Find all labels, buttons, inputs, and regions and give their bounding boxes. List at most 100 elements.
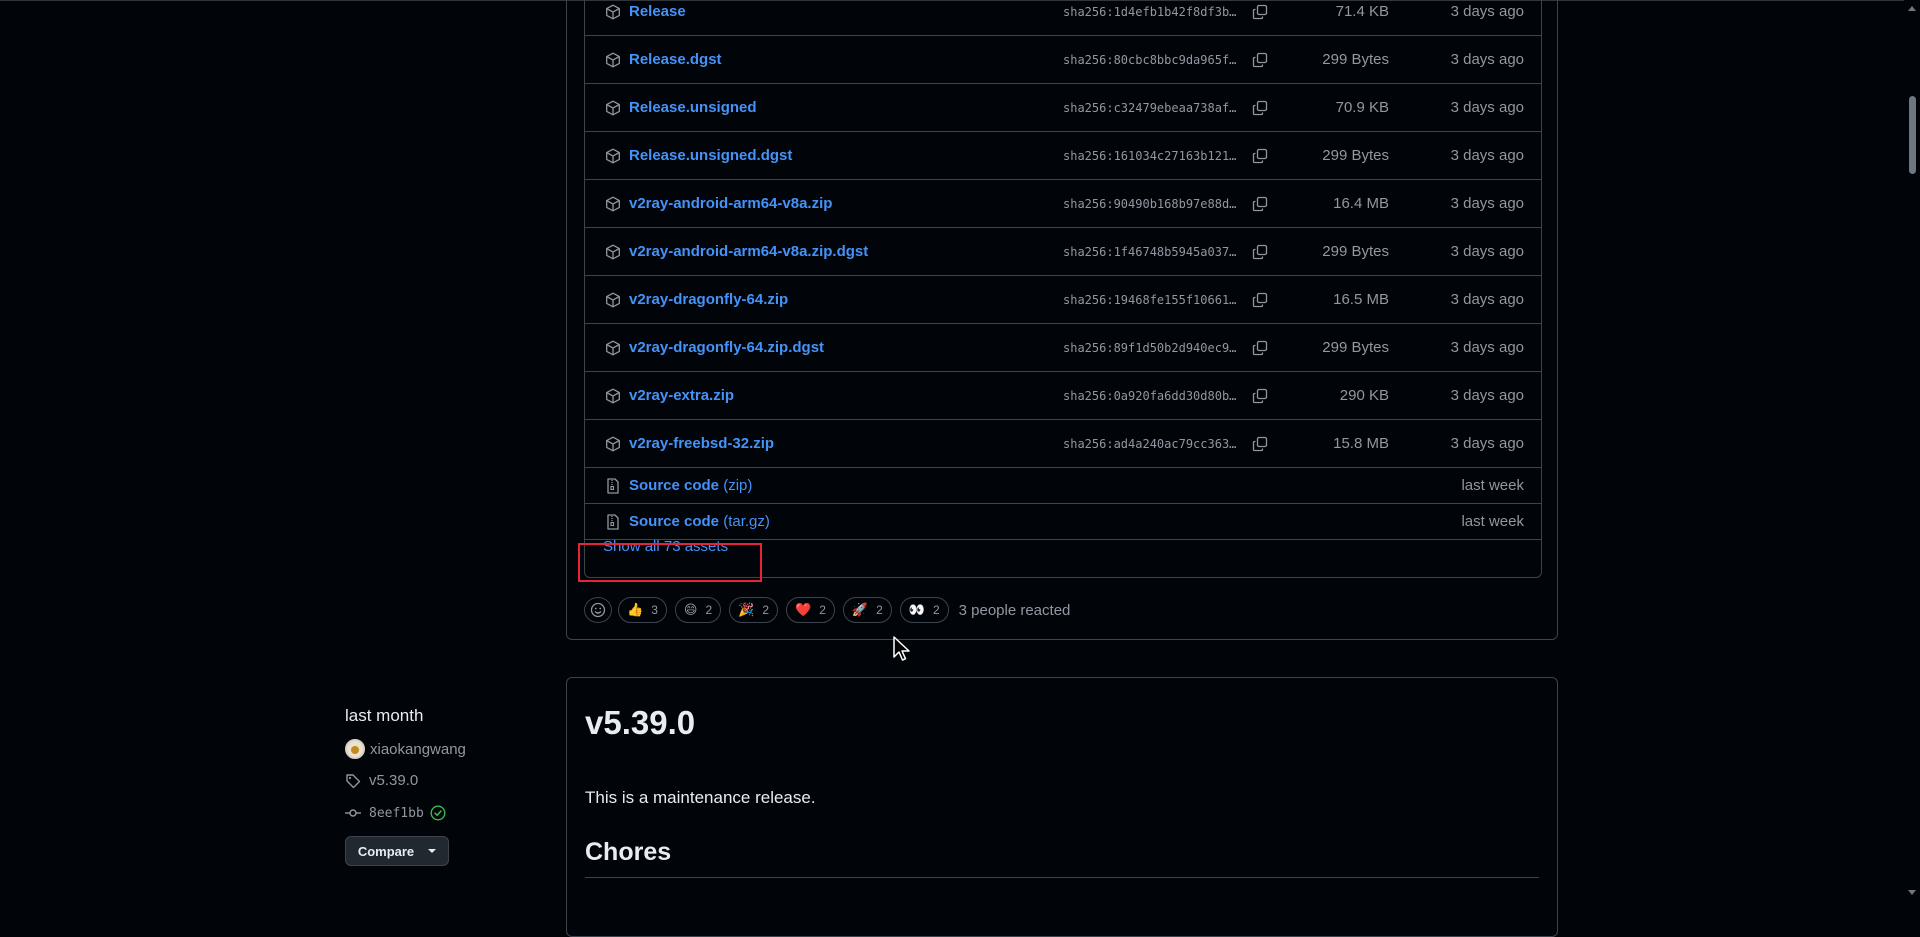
asset-download-link[interactable]: Release.unsigned <box>629 99 757 116</box>
asset-size: 71.4 KB <box>1335 3 1389 20</box>
source-code-format: (zip) <box>723 477 753 494</box>
copy-icon[interactable] <box>1251 291 1269 309</box>
page-scrollbar[interactable] <box>1904 0 1920 901</box>
file-zip-icon <box>604 477 622 495</box>
asset-download-link[interactable]: v2ray-freebsd-32.zip <box>629 435 774 452</box>
author-row[interactable]: xiaokangwang <box>345 739 466 759</box>
tag-row[interactable]: v5.39.0 <box>345 772 418 789</box>
asset-size: 299 Bytes <box>1322 147 1389 164</box>
asset-date: 3 days ago <box>1450 147 1524 164</box>
reaction-laugh-button[interactable]: 😄 2 <box>674 597 722 623</box>
reaction-count: 2 <box>762 603 769 617</box>
source-code-label: Source code <box>629 513 720 530</box>
package-icon <box>604 435 622 453</box>
copy-icon[interactable] <box>1251 435 1269 453</box>
reaction-count: 2 <box>932 603 940 617</box>
verified-check-icon <box>430 805 446 821</box>
copy-icon[interactable] <box>1251 195 1269 213</box>
copy-icon[interactable] <box>1251 147 1269 165</box>
asset-sha256: sha256:80cbc8bbc9da965fd… <box>1063 52 1243 67</box>
thumbs-up-icon: 👍 <box>627 602 644 617</box>
asset-row: Release.dgst sha256:80cbc8bbc9da965fd… 299… <box>585 36 1541 84</box>
commit-sha[interactable]: 8eef1bb <box>369 806 424 821</box>
asset-sha256: sha256:89f1d50b2d940ec9e… <box>1063 340 1243 355</box>
tag-icon <box>346 773 361 788</box>
asset-download-link[interactable]: Release.dgst <box>629 51 722 68</box>
asset-date: 3 days ago <box>1450 99 1524 116</box>
copy-icon[interactable] <box>1251 3 1269 21</box>
asset-row: v2ray-android-arm64-v8a.zip sha256:90490b… <box>585 180 1541 228</box>
package-icon <box>604 339 622 357</box>
source-code-date: last week <box>1461 477 1524 494</box>
asset-date: 3 days ago <box>1450 243 1524 260</box>
package-icon <box>604 51 622 69</box>
release-date: last month <box>345 706 424 725</box>
laugh-icon: 😄 <box>683 602 698 617</box>
reactions-summary: 3 people reacted <box>958 601 1071 619</box>
commit-row[interactable]: 8eef1bb <box>345 805 446 821</box>
asset-sha256: sha256:1f46748b5945a0379… <box>1063 244 1243 259</box>
asset-download-link[interactable]: Release <box>629 3 686 20</box>
copy-icon[interactable] <box>1251 243 1269 261</box>
commit-icon <box>345 809 361 817</box>
source-code-link[interactable]: Source code (tar.gz) <box>629 513 770 530</box>
author-name[interactable]: xiaokangwang <box>370 741 466 758</box>
source-code-row: Source code (zip) last week <box>585 468 1541 504</box>
rocket-icon: 🚀 <box>851 602 869 617</box>
asset-download-link[interactable]: Release.unsigned.dgst <box>629 147 792 164</box>
asset-size: 299 Bytes <box>1322 339 1389 356</box>
package-icon <box>604 3 622 21</box>
asset-row: v2ray-dragonfly-64.zip.dgst sha256:89f1d5… <box>585 324 1541 372</box>
scrollbar-thumb[interactable] <box>1909 96 1916 174</box>
copy-icon[interactable] <box>1251 387 1269 405</box>
asset-size: 16.5 MB <box>1333 291 1389 308</box>
scroll-up-arrow-icon[interactable] <box>1908 6 1916 11</box>
asset-sha256: sha256:161034c27163b1213… <box>1063 148 1243 163</box>
add-reaction-button[interactable] <box>584 597 612 623</box>
asset-download-link[interactable]: v2ray-dragonfly-64.zip.dgst <box>629 339 824 356</box>
asset-row: v2ray-dragonfly-64.zip sha256:19468fe155f… <box>585 276 1541 324</box>
reaction-eyes-button[interactable]: 👀 2 <box>899 597 949 623</box>
reaction-rocket-button[interactable]: 🚀 2 <box>842 597 892 623</box>
asset-size: 299 Bytes <box>1322 243 1389 260</box>
asset-date: 3 days ago <box>1450 195 1524 212</box>
asset-sha256: sha256:90490b168b97e88d8… <box>1063 196 1243 211</box>
asset-row: v2ray-extra.zip sha256:0a920fa6dd30d80bc…… <box>585 372 1541 420</box>
asset-download-link[interactable]: v2ray-android-arm64-v8a.zip <box>629 195 832 212</box>
asset-row: Release.unsigned.dgst sha256:161034c27163… <box>585 132 1541 180</box>
asset-download-link[interactable]: v2ray-extra.zip <box>629 387 734 404</box>
asset-size: 70.9 KB <box>1335 99 1389 116</box>
asset-date: 3 days ago <box>1450 3 1524 20</box>
asset-download-link[interactable]: v2ray-android-arm64-v8a.zip.dgst <box>629 243 868 260</box>
reaction-count: 3 <box>651 603 658 617</box>
show-all-assets-link[interactable]: Show all 73 assets <box>603 538 728 555</box>
asset-download-link[interactable]: v2ray-dragonfly-64.zip <box>629 291 788 308</box>
asset-date: 3 days ago <box>1450 387 1524 404</box>
smiley-icon <box>590 602 606 618</box>
asset-row: v2ray-freebsd-32.zip sha256:ad4a240ac79cc… <box>585 420 1541 468</box>
copy-icon[interactable] <box>1251 339 1269 357</box>
asset-sha256: sha256:ad4a240ac79cc363a… <box>1063 436 1243 451</box>
copy-icon[interactable] <box>1251 99 1269 117</box>
asset-sha256: sha256:19468fe155f106619… <box>1063 292 1243 307</box>
scroll-down-arrow-icon[interactable] <box>1908 890 1916 895</box>
asset-date: 3 days ago <box>1450 339 1524 356</box>
package-icon <box>604 195 622 213</box>
reaction-thumbs-up-button[interactable]: 👍 3 <box>618 597 667 623</box>
tag-name[interactable]: v5.39.0 <box>369 772 418 789</box>
asset-date: 3 days ago <box>1450 435 1524 452</box>
source-code-link[interactable]: Source code (zip) <box>629 477 752 494</box>
section-heading: Chores <box>585 838 672 866</box>
package-icon <box>604 243 622 261</box>
copy-icon[interactable] <box>1251 51 1269 69</box>
reactions-bar: 👍 3 😄 2 🎉 2 ❤️ 2 🚀 2 👀 2 3 people reacted <box>584 596 1070 624</box>
file-zip-icon <box>604 513 622 531</box>
reaction-hooray-button[interactable]: 🎉 2 <box>729 597 778 623</box>
release-description: This is a maintenance release. <box>585 788 816 807</box>
release-title[interactable]: v5.39.0 <box>585 704 695 742</box>
reaction-count: 2 <box>876 603 883 617</box>
reaction-heart-button[interactable]: ❤️ 2 <box>786 597 835 623</box>
compare-button[interactable]: Compare <box>345 836 449 866</box>
asset-sha256: sha256:c32479ebeaa738afc… <box>1063 100 1243 115</box>
source-code-label: Source code <box>629 477 720 494</box>
